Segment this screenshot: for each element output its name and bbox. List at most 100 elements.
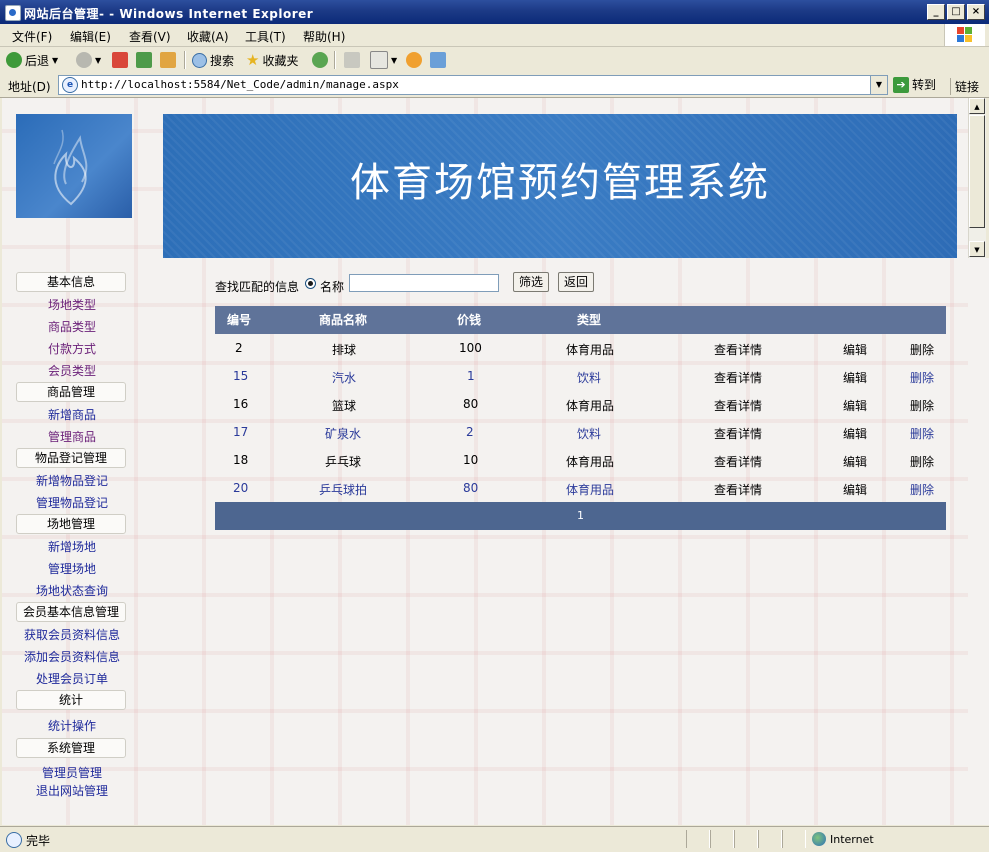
magnifier-icon xyxy=(192,52,207,68)
star-icon: ★ xyxy=(246,51,260,69)
cell-type: 体育用品 xyxy=(566,455,615,469)
scroll-down-icon[interactable]: ▼ xyxy=(969,241,985,257)
home-button[interactable] xyxy=(160,51,176,69)
table-row: 17 矿泉水 2 饮料 查看详情 编辑 删除 xyxy=(215,418,946,446)
pager-page-1[interactable]: 1 xyxy=(577,509,584,522)
research-icon xyxy=(430,52,446,68)
scroll-up-icon[interactable]: ▲ xyxy=(969,98,985,114)
minimize-button[interactable]: _ xyxy=(927,4,945,20)
forward-button[interactable]: ▼ xyxy=(76,51,101,69)
edit-link[interactable]: 编辑 xyxy=(843,369,867,386)
nav-link-logout[interactable]: 退出网站管理 xyxy=(36,782,108,799)
view-detail-link[interactable]: 查看详情 xyxy=(714,425,762,442)
refresh-button[interactable] xyxy=(136,51,152,69)
scroll-thumb[interactable] xyxy=(969,115,985,228)
nav-link-manage-item-registration[interactable]: 管理物品登记 xyxy=(36,494,108,511)
nav-link-member-type[interactable]: 会员类型 xyxy=(48,362,96,379)
view-detail-link[interactable]: 查看详情 xyxy=(714,481,762,498)
menu-view[interactable]: 查看(V) xyxy=(129,28,171,45)
delete-link[interactable]: 删除 xyxy=(910,425,934,442)
nav-header-product-mgmt: 商品管理 xyxy=(16,382,126,402)
nav-link-manage-venue[interactable]: 管理场地 xyxy=(48,560,96,577)
nav-link-product-type[interactable]: 商品类型 xyxy=(48,318,96,335)
nav-link-add-venue[interactable]: 新增场地 xyxy=(48,538,96,555)
table-row: 20 乒乓球拍 80 体育用品 查看详情 编辑 删除 xyxy=(215,474,946,502)
nav-link-add-member-info[interactable]: 添加会员资料信息 xyxy=(24,648,120,665)
delete-link[interactable]: 删除 xyxy=(910,453,934,470)
return-button[interactable]: 返回 xyxy=(558,272,595,292)
menu-file[interactable]: 文件(F) xyxy=(12,28,52,45)
cell-price: 10 xyxy=(463,453,479,467)
delete-link[interactable]: 删除 xyxy=(910,481,934,498)
status-cell xyxy=(734,830,758,848)
print-button[interactable] xyxy=(344,51,360,69)
status-bar: 完毕 Internet xyxy=(0,826,989,852)
nav-link-add-item-registration[interactable]: 新增物品登记 xyxy=(36,472,108,489)
cell-type: 体育用品 xyxy=(566,343,615,357)
search-input[interactable] xyxy=(349,274,499,292)
go-button[interactable]: ➔ 转到 xyxy=(893,76,936,93)
nav-header-system-mgmt: 系统管理 xyxy=(16,738,126,758)
maximize-button[interactable]: □ xyxy=(947,4,965,20)
address-url[interactable]: http://localhost:5584/Net_Code/admin/man… xyxy=(81,78,399,91)
nav-link-statistics-operation[interactable]: 统计操作 xyxy=(48,717,96,734)
research-button[interactable] xyxy=(430,51,446,69)
menu-tools[interactable]: 工具(T) xyxy=(245,28,286,45)
page-gutter xyxy=(968,258,989,825)
filter-button[interactable]: 筛选 xyxy=(513,272,550,292)
back-button[interactable]: 后退 ▼ xyxy=(6,51,58,69)
delete-link[interactable]: 删除 xyxy=(910,397,934,414)
view-detail-link[interactable]: 查看详情 xyxy=(714,369,762,386)
cell-name: 汽水 xyxy=(332,371,357,385)
nav-link-get-member-info[interactable]: 获取会员资料信息 xyxy=(24,626,120,643)
cell-price: 2 xyxy=(466,425,474,439)
search-label: 搜索 xyxy=(210,53,235,68)
edit-link[interactable]: 编辑 xyxy=(843,425,867,442)
links-button[interactable]: 链接 xyxy=(950,78,979,95)
view-detail-link[interactable]: 查看详情 xyxy=(714,453,762,470)
delete-link[interactable]: 删除 xyxy=(910,369,934,386)
edit-link[interactable]: 编辑 xyxy=(843,341,867,358)
cell-type: 体育用品 xyxy=(566,399,615,413)
nav-link-admin-mgmt[interactable]: 管理员管理 xyxy=(42,764,102,781)
page-title: 体育场馆预约管理系统 xyxy=(350,160,770,206)
vertical-scrollbar[interactable]: ▲ ▼ xyxy=(968,98,986,258)
address-input[interactable]: e http://localhost:5584/Net_Code/admin/m… xyxy=(58,75,888,95)
nav-link-payment-method[interactable]: 付款方式 xyxy=(48,340,96,357)
search-button[interactable]: 搜索 xyxy=(192,51,234,69)
cell-name: 乒乓球 xyxy=(325,455,362,469)
edit-link[interactable]: 编辑 xyxy=(843,481,867,498)
favorites-button[interactable]: ★ 收藏夹 xyxy=(246,51,298,69)
status-cell xyxy=(758,830,782,848)
nav-link-manage-product[interactable]: 管理商品 xyxy=(48,428,96,445)
nav-link-venue-type[interactable]: 场地类型 xyxy=(48,296,96,313)
nav-link-add-product[interactable]: 新增商品 xyxy=(48,406,96,423)
view-detail-link[interactable]: 查看详情 xyxy=(714,397,762,414)
stop-button[interactable] xyxy=(112,51,128,69)
messenger-button[interactable] xyxy=(406,51,422,69)
view-detail-link[interactable]: 查看详情 xyxy=(714,341,762,358)
page-icon: e xyxy=(62,77,78,93)
column-header-price: 价钱 xyxy=(457,313,482,327)
edit-link[interactable]: 编辑 xyxy=(843,453,867,470)
windows-flag-icon xyxy=(957,27,973,43)
edit-link[interactable]: 编辑 xyxy=(843,397,867,414)
menu-favorites[interactable]: 收藏(A) xyxy=(187,28,229,45)
nav-link-process-member-orders[interactable]: 处理会员订单 xyxy=(36,670,108,687)
security-zone: Internet xyxy=(812,832,874,846)
edit-page-button[interactable]: ▼ xyxy=(370,51,397,69)
history-button[interactable] xyxy=(312,51,328,69)
nav-link-venue-status[interactable]: 场地状态查询 xyxy=(36,582,108,599)
close-button[interactable]: × xyxy=(967,4,985,20)
nav-header-basic-info: 基本信息 xyxy=(16,272,126,292)
name-radio[interactable] xyxy=(305,278,316,289)
menu-edit[interactable]: 编辑(E) xyxy=(70,28,111,45)
favorites-label: 收藏夹 xyxy=(262,53,299,68)
cell-name: 矿泉水 xyxy=(325,427,362,441)
toolbar-separator xyxy=(184,51,186,69)
cell-id: 20 xyxy=(233,481,249,495)
zone-label: Internet xyxy=(830,832,874,846)
menu-help[interactable]: 帮助(H) xyxy=(303,28,345,45)
address-dropdown[interactable]: ▼ xyxy=(870,76,887,94)
delete-link[interactable]: 删除 xyxy=(910,341,934,358)
